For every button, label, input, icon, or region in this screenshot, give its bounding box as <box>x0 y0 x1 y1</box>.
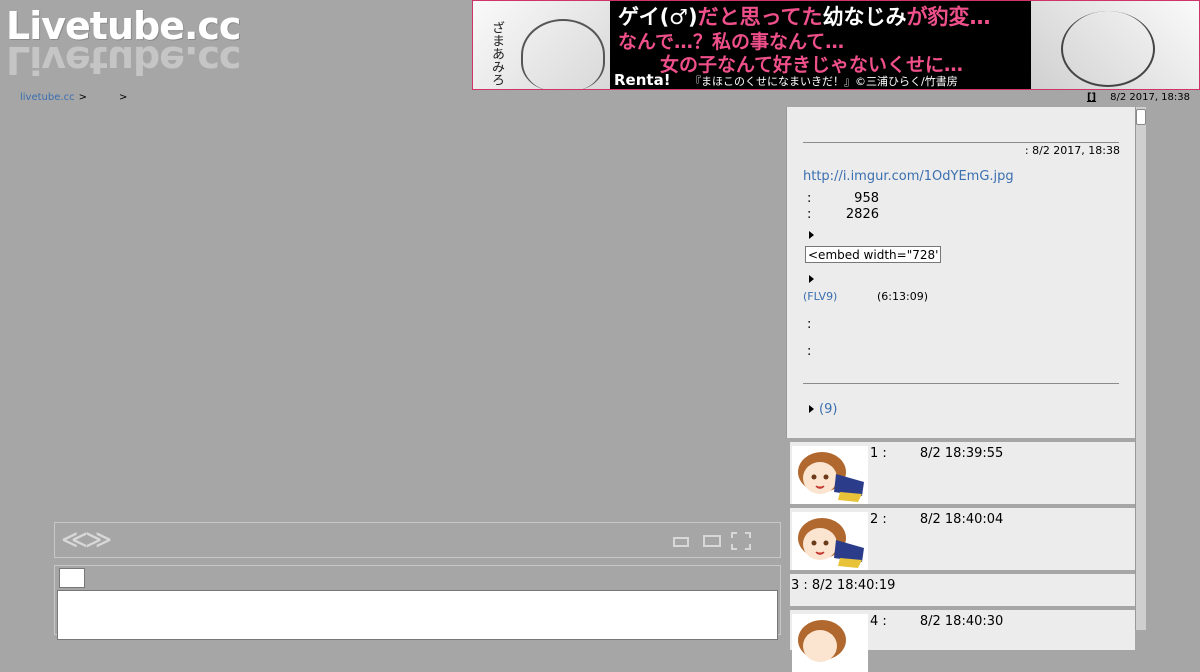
breadcrumb-home-link[interactable]: livetube.cc <box>20 92 75 103</box>
expand-triangle-icon[interactable] <box>809 231 814 239</box>
flv-link[interactable]: (FLV9) <box>803 290 837 303</box>
divider <box>803 383 1119 384</box>
bracket-link[interactable]: [] <box>1087 92 1096 103</box>
comment-textarea[interactable] <box>57 590 778 640</box>
ad-character-right <box>1061 11 1155 87</box>
ad-brand: Renta! <box>614 71 671 89</box>
comment-header: 1 : 8/2 18:39:55 <box>870 446 1004 461</box>
ad-credit: 『まほこのくせになまいきだ！』©三浦ひらく/竹書房 <box>690 75 958 88</box>
info-colon-row: : <box>807 317 812 332</box>
small-size-icon[interactable] <box>673 537 689 547</box>
form-button[interactable] <box>59 568 85 588</box>
site-logo[interactable]: Livetube.cc Livetube.cc <box>6 4 316 86</box>
comment-header: 3 : 8/2 18:40:19 <box>791 578 896 593</box>
ad-illustration-left: ざまあみろ <box>473 1 610 89</box>
divider <box>803 142 1119 143</box>
total-views: :2826 <box>807 207 879 222</box>
comment-form <box>54 565 781 640</box>
ad-illustration-right <box>1031 1 1199 89</box>
medium-size-icon[interactable] <box>703 535 721 547</box>
ad-text-panel: ゲイ(♂)だと思ってた幼なじみが豹変… なんで…？私の事なんて… 女の子なんて好… <box>610 1 1033 89</box>
expand-triangle-icon[interactable] <box>809 405 814 413</box>
embed-code-field[interactable] <box>805 246 941 263</box>
viewer-count: :958 <box>807 191 879 206</box>
stream-datetime: [] 8/2 2017, 18:38 <box>1087 92 1190 103</box>
comment-count-link[interactable]: (9) <box>819 402 837 417</box>
comment-item: 2 : 8/2 18:40:04 <box>790 508 1135 570</box>
header-datetime: 8/2 2017, 18:38 <box>1110 92 1190 103</box>
avatar <box>792 614 868 672</box>
ad-banner[interactable]: ざまあみろ ゲイ(♂)だと思ってた幼なじみが豹変… なんで…？私の事なんて… 女… <box>472 0 1200 90</box>
comment-item: 1 : 8/2 18:39:55 <box>790 442 1135 504</box>
avatar <box>792 446 868 504</box>
comment-header: 2 : 8/2 18:40:04 <box>870 512 1004 527</box>
logo-reflection: Livetube.cc <box>6 38 241 82</box>
fullscreen-icon[interactable] <box>731 532 751 550</box>
player-controls: ≪ ≫ <box>54 522 781 558</box>
breadcrumb-separator: > <box>118 92 128 103</box>
ad-character-left <box>521 19 605 89</box>
scrollbar[interactable] <box>1135 107 1146 630</box>
ad-side-text: ざまあみろ <box>489 21 504 86</box>
comment-header: 4 : 8/2 18:40:30 <box>870 614 1004 629</box>
next-icon[interactable]: ≫ <box>85 527 112 553</box>
info-colon-row: : <box>807 344 812 359</box>
comment-item: 4 : 8/2 18:40:30 <box>790 610 1135 672</box>
scrollbar-thumb[interactable] <box>1136 109 1146 125</box>
image-link[interactable]: http://i.imgur.com/1OdYEmG.jpg <box>803 169 1014 184</box>
comment-item: 3 : 8/2 18:40:19 <box>790 574 1135 606</box>
duration: (6:13:09) <box>877 290 928 303</box>
start-date: : 8/2 2017, 18:38 <box>1024 144 1120 157</box>
avatar <box>792 512 868 570</box>
expand-triangle-icon[interactable] <box>809 275 814 283</box>
breadcrumb: livetube.cc > > <box>20 92 127 103</box>
stream-info-panel: : 8/2 2017, 18:38 http://i.imgur.com/1Od… <box>786 107 1136 438</box>
breadcrumb-separator: > <box>78 92 87 103</box>
